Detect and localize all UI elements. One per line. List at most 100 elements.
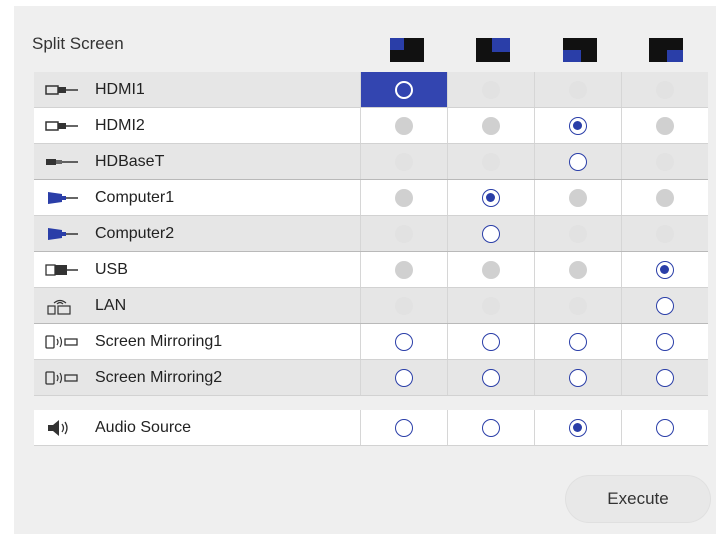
source-row: USB (34, 252, 708, 288)
layout-cell (534, 216, 621, 251)
screen-mirroring-icon (44, 333, 88, 351)
layout-cell (621, 252, 708, 287)
layout-cell (621, 144, 708, 179)
computer-icon (44, 189, 88, 207)
lan-icon (44, 297, 88, 315)
layout-cell (447, 108, 534, 143)
layout-cell (534, 410, 621, 445)
layout-cell (534, 288, 621, 323)
layout-cell (360, 216, 447, 251)
layout-radio[interactable] (395, 418, 413, 437)
layout-radio[interactable] (656, 368, 674, 387)
layout-cell (621, 216, 708, 251)
hdbaset-icon (44, 153, 88, 171)
layout-radio[interactable] (569, 368, 587, 387)
layout-radio (656, 152, 674, 171)
layout-radio[interactable] (569, 418, 587, 437)
source-label: USB (95, 261, 128, 278)
layout-radio (482, 80, 500, 99)
layout-cell (447, 360, 534, 395)
layout-radio[interactable] (656, 260, 674, 279)
layout-cell (621, 324, 708, 359)
source-row: HDBaseT (34, 144, 708, 180)
layout-radio[interactable] (656, 296, 674, 315)
layout-radio[interactable] (569, 152, 587, 171)
computer-icon (44, 225, 88, 243)
layout-radio[interactable] (395, 368, 413, 387)
section-gap (34, 396, 708, 410)
source-row: Computer2 (34, 216, 708, 252)
layout-radio (395, 188, 413, 207)
usb-icon (44, 261, 88, 279)
layout-cell (534, 72, 621, 107)
source-table: HDMI1 HDMI2 HDBaseT Computer1 Computer2 USB LA… (34, 72, 708, 446)
layout-cell (360, 108, 447, 143)
layout-cell (447, 72, 534, 107)
layout-cell (447, 216, 534, 251)
layout-radio (569, 296, 587, 315)
source-label: Audio Source (95, 419, 192, 436)
hdmi-icon (44, 81, 88, 99)
layout-radio[interactable] (656, 418, 674, 437)
layout-radio (395, 224, 413, 243)
layout-cell (534, 252, 621, 287)
layout-cell (447, 410, 534, 445)
split-left-small-icon (390, 38, 424, 62)
source-row: Computer1 (34, 180, 708, 216)
layout-cell (534, 180, 621, 215)
layout-radio[interactable] (569, 332, 587, 351)
source-label: Computer2 (95, 225, 175, 242)
source-row: Screen Mirroring1 (34, 324, 708, 360)
layout-cell (621, 410, 708, 445)
layout-cell (447, 252, 534, 287)
layout-radio[interactable] (482, 188, 500, 207)
layout-radio[interactable] (482, 332, 500, 351)
layout-radio (395, 296, 413, 315)
layout-cell (534, 360, 621, 395)
hdmi-icon (44, 117, 88, 135)
source-row: HDMI2 (34, 108, 708, 144)
layout-radio (395, 116, 413, 135)
layout-radio[interactable] (395, 332, 413, 351)
execute-button[interactable]: Execute (566, 476, 710, 522)
layout-radio (656, 116, 674, 135)
layout-radio[interactable] (482, 368, 500, 387)
source-label: Screen Mirroring2 (95, 369, 223, 386)
layout-radio (569, 224, 587, 243)
source-label: Screen Mirroring1 (95, 333, 223, 350)
layout-cell (621, 180, 708, 215)
layout-radio (482, 296, 500, 315)
page-title: Split Screen (32, 34, 124, 53)
layout-cell (534, 324, 621, 359)
layout-radio[interactable] (482, 224, 500, 243)
split-left-large-icon (563, 38, 597, 62)
layout-radio (395, 260, 413, 279)
layout-radio (482, 260, 500, 279)
layout-cell (621, 288, 708, 323)
layout-cell (360, 324, 447, 359)
speaker-icon (44, 419, 88, 437)
layout-radio (482, 116, 500, 135)
layout-radio[interactable] (656, 332, 674, 351)
source-row: LAN (34, 288, 708, 324)
layout-cell (447, 144, 534, 179)
source-label: HDMI1 (95, 81, 145, 98)
layout-cell (534, 108, 621, 143)
layout-radio[interactable] (482, 418, 500, 437)
source-row: HDMI1 (34, 72, 708, 108)
source-row: Screen Mirroring2 (34, 360, 708, 396)
layout-cell (447, 288, 534, 323)
layout-cell (447, 180, 534, 215)
layout-cell (447, 324, 534, 359)
screen-mirroring-icon (44, 369, 88, 387)
layout-cell (360, 72, 447, 107)
layout-cell (360, 252, 447, 287)
layout-cell (360, 410, 447, 445)
layout-radio[interactable] (395, 80, 413, 99)
layout-cell (534, 144, 621, 179)
layout-cell (360, 288, 447, 323)
layout-radio (395, 152, 413, 171)
split-right-large-icon (649, 38, 683, 62)
layout-radio[interactable] (569, 116, 587, 135)
source-label: LAN (95, 297, 127, 314)
